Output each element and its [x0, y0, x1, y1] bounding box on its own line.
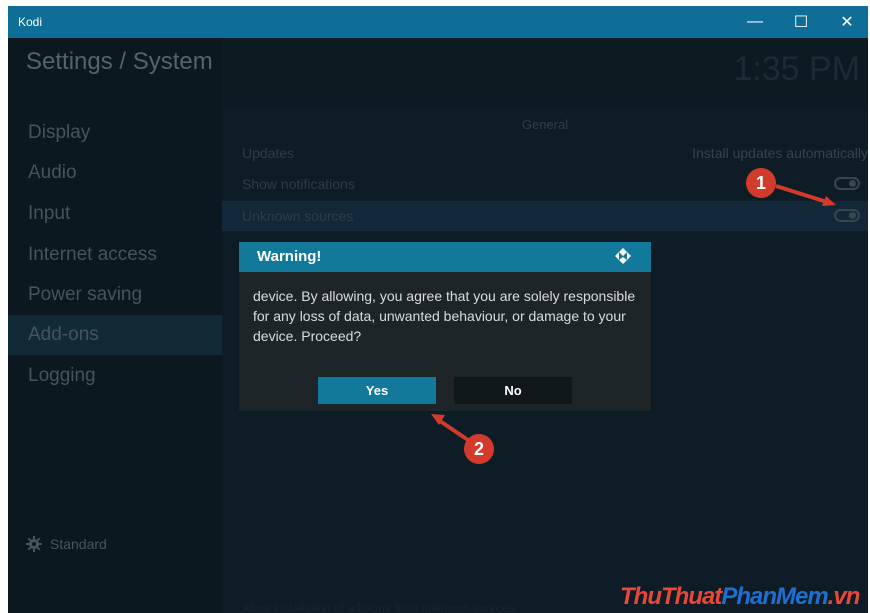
warning-dialog: Warning! device. By allowing, you agree … — [238, 241, 652, 412]
sidebar-item-audio[interactable]: Audio — [8, 153, 222, 193]
clock: 1:35 PM — [733, 50, 860, 88]
sidebar-item-add-ons[interactable]: Add-ons — [8, 315, 222, 355]
maximize-button[interactable]: ☐ — [778, 6, 824, 38]
sidebar: Settings / System Display Audio Input In… — [8, 38, 222, 613]
setting-label: Updates — [242, 145, 295, 161]
sidebar-item-internet-access[interactable]: Internet access — [8, 235, 222, 275]
settings-level-label: Standard — [50, 536, 107, 552]
no-button[interactable]: No — [454, 377, 572, 404]
sidebar-item-input[interactable]: Input — [8, 194, 222, 234]
yes-button[interactable]: Yes — [318, 377, 436, 404]
toggle-switch[interactable] — [834, 209, 860, 222]
kodi-logo-icon — [615, 248, 631, 264]
watermark: ThuThuatPhanMem.vn — [620, 583, 861, 611]
window-titlebar: Kodi — ☐ ✕ — [8, 6, 868, 38]
dialog-message: device. By allowing, you agree that you … — [253, 288, 636, 344]
annotation-badge-2: 2 — [464, 434, 494, 464]
dialog-header: Warning! — [239, 242, 651, 272]
sidebar-item-display[interactable]: Display — [8, 113, 222, 153]
setting-label: Unknown sources — [242, 208, 354, 224]
sidebar-item-logging[interactable]: Logging — [8, 356, 222, 396]
setting-row-unknown-sources[interactable]: Unknown sources — [222, 201, 868, 231]
section-title: General — [521, 117, 569, 132]
sidebar-item-power-saving[interactable]: Power saving — [8, 275, 222, 315]
gear-icon — [26, 536, 42, 552]
page-title: Settings / System — [26, 48, 213, 75]
dialog-title: Warning! — [257, 248, 322, 265]
watermark-part: .vn — [827, 583, 861, 610]
setting-value: Install updates automatically — [692, 145, 868, 161]
setting-row-updates[interactable]: Updates Install updates automatically — [222, 138, 868, 168]
toggle-switch[interactable] — [834, 177, 860, 190]
annotation-badge-1: 1 — [746, 168, 776, 198]
minimize-button[interactable]: — — [732, 6, 778, 38]
setting-label: Show notifications — [242, 176, 355, 192]
watermark-part: PhanMem — [721, 583, 828, 610]
close-button[interactable]: ✕ — [824, 6, 870, 38]
watermark-part: ThuThuat — [620, 583, 722, 610]
help-text: Allow installation of add-ons from unkno… — [242, 601, 519, 613]
window-title: Kodi — [18, 15, 43, 29]
settings-level-button[interactable]: Standard — [26, 536, 107, 552]
